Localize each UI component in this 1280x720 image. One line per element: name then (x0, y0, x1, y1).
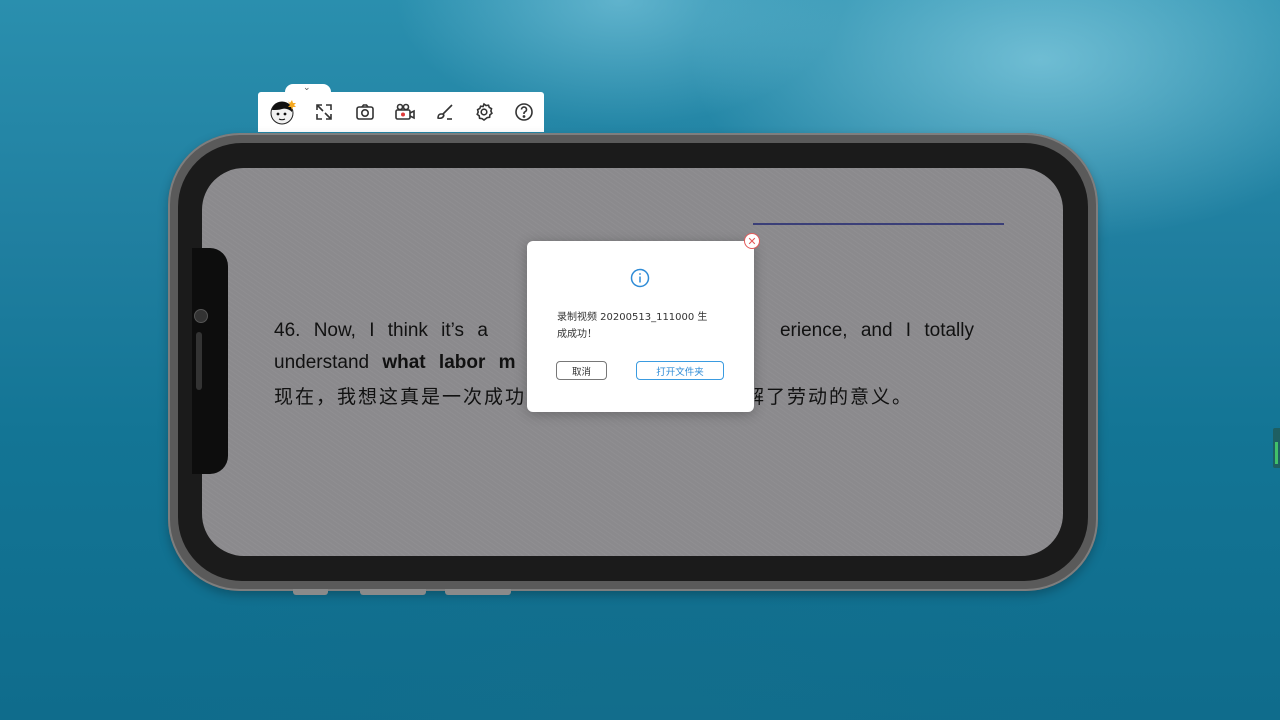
fullscreen-icon[interactable] (312, 100, 336, 124)
cancel-button[interactable]: 取消 (556, 361, 607, 380)
edge-widget[interactable] (1273, 428, 1280, 468)
info-icon (630, 268, 650, 288)
slide-chinese-line-right: 解了劳动的意义。 (745, 382, 913, 409)
sentence-line1-right: erience, and I totally (779, 320, 974, 341)
camera-icon[interactable] (353, 100, 377, 124)
settings-icon[interactable] (472, 100, 496, 124)
chinese-line-left: 现在，我想这真是一次成功 (274, 386, 527, 408)
video-record-icon[interactable] (393, 100, 417, 124)
open-folder-button[interactable]: 打开文件夹 (636, 361, 724, 380)
slide-underline (753, 223, 1004, 225)
phone-side-button (360, 589, 426, 595)
slide-chinese-line: 现在，我想这真是一次成功 (274, 382, 526, 409)
phone-camera-dot (194, 309, 208, 323)
phone-side-button (293, 589, 328, 595)
phone-side-button (445, 589, 511, 595)
sentence-line1-left: 46. Now, I think it’s a (274, 320, 488, 341)
close-icon[interactable]: ✕ (744, 233, 760, 249)
dialog-message: 录制视频 20200513_111000 生成成功！ (557, 312, 708, 340)
sentence-line2-bold: what labor m (382, 352, 516, 373)
chinese-line-right: 解了劳动的意义。 (745, 386, 914, 408)
help-icon[interactable] (512, 100, 536, 124)
brush-icon[interactable] (433, 100, 457, 124)
sentence-line2-text: understand (274, 352, 370, 373)
floating-toolbar (258, 92, 544, 132)
avatar[interactable] (268, 98, 296, 126)
phone-speaker-slot (196, 332, 202, 390)
